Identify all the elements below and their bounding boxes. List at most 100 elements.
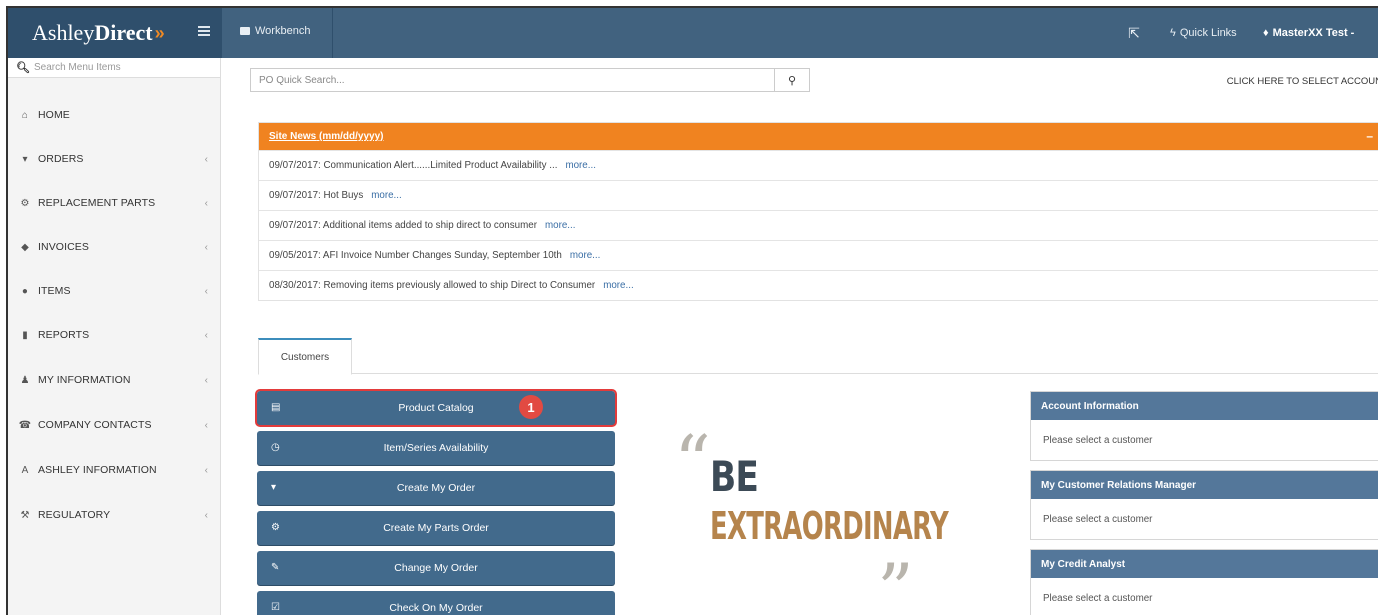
logo-text-ashley: Ashley xyxy=(32,20,95,45)
sidebar-item-regulatory[interactable]: ⚒ REGULATORY ‹ xyxy=(8,504,220,526)
site-news-header: Site News (mm/dd/yyyy) – xyxy=(259,123,1378,150)
check-on-my-order-button[interactable]: ☑ Check On My Order xyxy=(257,591,615,615)
site-news-date-format: (mm/dd/yyyy) xyxy=(319,131,384,142)
sidebar-item-company-contacts[interactable]: ☎ COMPANY CONTACTS ‹ xyxy=(8,414,220,436)
slogan-line-2: EXTRAORDINARY xyxy=(710,504,949,548)
sidebar-item-label: ASHLEY INFORMATION xyxy=(38,464,157,476)
news-more-link[interactable]: more... xyxy=(603,280,634,291)
user-name-label: MasterXX Test - xyxy=(1272,27,1355,39)
panel-header: My Credit Analyst xyxy=(1031,550,1378,578)
sidebar-item-my-information[interactable]: ♟ MY INFORMATION ‹ xyxy=(8,369,220,391)
quick-links-menu[interactable]: ϟ Quick Links xyxy=(1170,8,1237,58)
news-more-link[interactable]: more... xyxy=(545,220,576,231)
button-label: Item/Series Availability xyxy=(383,442,489,454)
news-more-link[interactable]: more... xyxy=(371,190,402,201)
user-diamond-icon: ♦ xyxy=(1263,27,1269,39)
be-extraordinary-slogan: “ BE EXTRAORDINARY ” xyxy=(674,426,974,615)
product-catalog-button[interactable]: ▤ Product Catalog 1 xyxy=(255,389,617,427)
site-news-title: Site News xyxy=(269,131,317,142)
panel-header: My Customer Relations Manager xyxy=(1031,471,1378,499)
collapse-icon[interactable]: – xyxy=(1366,129,1373,143)
select-account-link[interactable]: CLICK HERE TO SELECT ACCOUN xyxy=(1227,76,1378,87)
logo-text-direct: Direct xyxy=(94,20,153,45)
news-more-link[interactable]: more... xyxy=(565,160,596,171)
chevron-left-icon: ‹ xyxy=(204,374,208,386)
workbench-label: Workbench xyxy=(255,25,311,37)
panel-body: Please select a customer xyxy=(1031,420,1378,460)
logo-chevron-icon: » xyxy=(154,22,165,43)
quick-links-label: Quick Links xyxy=(1179,27,1237,39)
news-item-text: 09/07/2017: Additional items added to sh… xyxy=(269,220,537,231)
sidebar-item-label: REPLACEMENT PARTS xyxy=(38,197,156,209)
search-icon: ⚲ xyxy=(787,74,797,87)
sidebar-item-invoices[interactable]: ◆ INVOICES ‹ xyxy=(8,236,220,258)
cogs-icon: ⚙ xyxy=(271,522,280,533)
sidebar-item-label: INVOICES xyxy=(38,241,89,253)
chevron-left-icon: ‹ xyxy=(204,464,208,476)
search-button[interactable]: ⚲ xyxy=(775,69,809,91)
cart-icon: ▾ xyxy=(271,482,277,493)
news-more-link[interactable]: more... xyxy=(570,250,601,261)
chevron-left-icon: ‹ xyxy=(204,419,208,431)
button-label: Create My Order xyxy=(396,482,476,494)
news-item: 09/05/2017: AFI Invoice Number Changes S… xyxy=(259,240,1378,270)
po-quick-search: PO Quick Search... ⚲ xyxy=(250,68,810,92)
sidebar-item-items[interactable]: ● ITEMS ‹ xyxy=(8,280,220,302)
sidebar-item-orders[interactable]: ▾ ORDERS ‹ xyxy=(8,148,220,170)
tab-bar: Customers xyxy=(258,338,1378,375)
po-search-input[interactable]: PO Quick Search... xyxy=(251,69,775,91)
my-customer-relations-manager-panel: My Customer Relations Manager Please sele… xyxy=(1030,470,1378,540)
news-item: 09/07/2017: Hot Buys more... xyxy=(259,180,1378,210)
user-menu[interactable]: ♦ MasterXX Test - xyxy=(1263,8,1354,58)
sidebar-item-ashley-information[interactable]: A ASHLEY INFORMATION ‹ xyxy=(8,459,220,481)
open-quote-mark: “ xyxy=(674,420,711,504)
chevron-left-icon: ‹ xyxy=(204,509,208,521)
chevron-left-icon: ‹ xyxy=(204,285,208,297)
change-my-order-button[interactable]: ✎ Change My Order xyxy=(257,551,615,585)
account-information-panel: Account Information Please select a custo… xyxy=(1030,391,1378,461)
ashley-a-icon: A xyxy=(21,464,29,476)
bolt-icon: ϟ xyxy=(1170,27,1176,39)
gavel-icon: ⚒ xyxy=(20,509,30,521)
check-square-icon: ☑ xyxy=(271,602,280,613)
create-my-order-button[interactable]: ▾ Create My Order xyxy=(257,471,615,505)
workbench-link[interactable]: Workbench xyxy=(240,25,310,37)
sidebar-search-input[interactable]: Search Menu Items xyxy=(34,62,121,73)
home-icon: ⌂ xyxy=(21,109,29,121)
edit-icon: ✎ xyxy=(271,562,280,573)
chevron-left-icon: ‹ xyxy=(204,197,208,209)
sidebar-item-label: COMPANY CONTACTS xyxy=(38,419,152,431)
site-news-title-link[interactable]: Site News (mm/dd/yyyy) xyxy=(269,131,384,142)
phone-icon: ☎ xyxy=(18,419,32,431)
cart-icon: ▾ xyxy=(22,153,28,165)
sidebar-item-label: ITEMS xyxy=(38,285,71,297)
sidebar-item-reports[interactable]: ▮ REPORTS ‹ xyxy=(8,324,220,346)
sidebar-item-replacement-parts[interactable]: ⚙ REPLACEMENT PARTS ‹ xyxy=(8,192,220,214)
news-item: 09/07/2017: Communication Alert......Lim… xyxy=(259,150,1378,180)
divider xyxy=(332,8,333,58)
create-my-parts-order-button[interactable]: ⚙ Create My Parts Order xyxy=(257,511,615,545)
news-item: 09/07/2017: Additional items added to sh… xyxy=(259,210,1378,240)
news-item-text: 08/30/2017: Removing items previously al… xyxy=(269,280,596,291)
app-window: Ashley Direct » Workbench ⇱ ϟ Quick Link… xyxy=(6,6,1378,615)
sidebar-item-label: HOME xyxy=(38,109,70,121)
sidebar-item-home[interactable]: ⌂ HOME xyxy=(8,104,220,126)
chevron-left-icon: ‹ xyxy=(204,329,208,341)
button-label: Change My Order xyxy=(394,562,478,574)
sidebar-item-label: REPORTS xyxy=(38,329,90,341)
external-link-icon[interactable]: ⇱ xyxy=(1124,8,1144,58)
ashley-direct-logo[interactable]: Ashley Direct » xyxy=(8,8,221,58)
sidebar: 🔍︎ Search Menu Items ⌂ HOME ▾ ORDERS ‹ ⚙ REPLA… xyxy=(8,58,221,615)
sidebar-search[interactable]: 🔍︎ Search Menu Items xyxy=(8,58,220,78)
cogs-icon: ⚙ xyxy=(20,197,30,209)
tab-customers[interactable]: Customers xyxy=(258,338,352,375)
site-news-panel: Site News (mm/dd/yyyy) – 09/07/2017: Com… xyxy=(258,122,1378,301)
tag-icon: ◆ xyxy=(21,241,29,253)
step-number-badge: 1 xyxy=(519,395,543,419)
menu-toggle-icon[interactable] xyxy=(198,26,210,36)
button-label: Create My Parts Order xyxy=(383,522,489,534)
briefcase-icon xyxy=(240,27,250,35)
item-series-availability-button[interactable]: ◷ Item/Series Availability xyxy=(257,431,615,465)
search-icon: 🔍︎ xyxy=(16,62,30,74)
chevron-left-icon: ‹ xyxy=(204,241,208,253)
